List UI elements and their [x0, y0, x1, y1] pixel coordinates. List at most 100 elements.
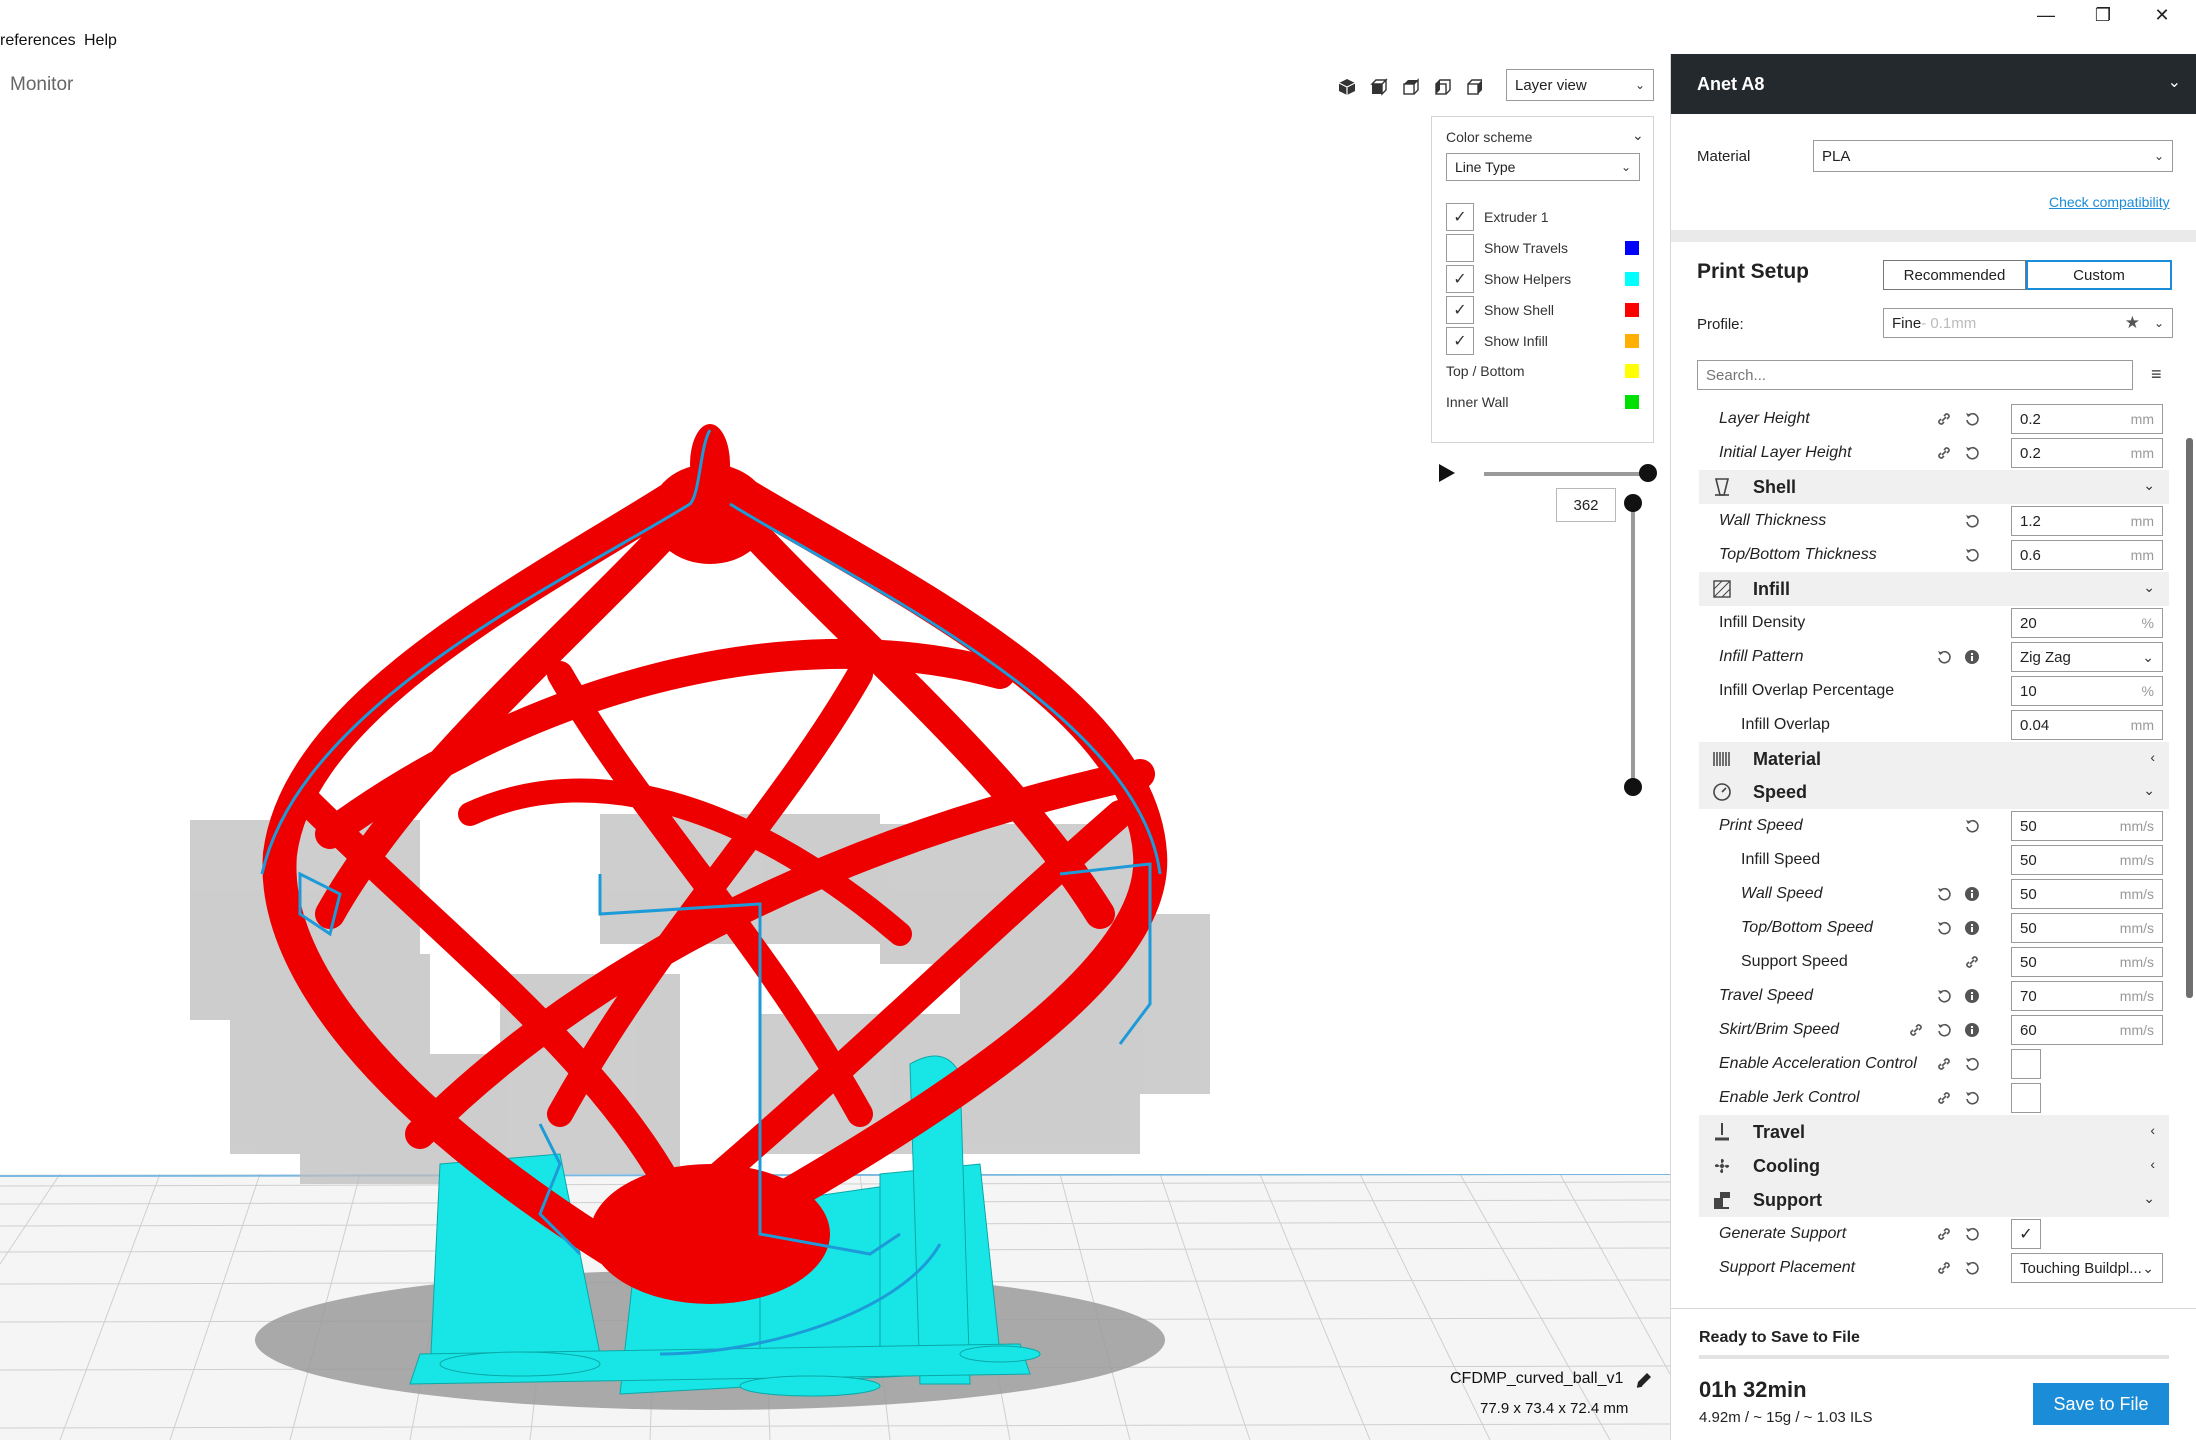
show-shell-checkbox[interactable]: ✓	[1446, 296, 1474, 324]
reset-icon[interactable]	[1963, 546, 1981, 564]
link-icon[interactable]	[1963, 953, 1981, 971]
setting-checkbox[interactable]	[2011, 1083, 2041, 1113]
category-material[interactable]: Material ‹	[1699, 742, 2169, 776]
setting-input[interactable]: 0.2 mm	[2011, 404, 2163, 434]
chevron-down-icon[interactable]: ⌄	[1632, 127, 1644, 144]
category-infill[interactable]: Infill ⌄	[1699, 572, 2169, 606]
viewport-3d[interactable]: Monitor Layer view ⌄ Color scheme ⌄ Line…	[0, 54, 1670, 1440]
reset-icon[interactable]	[1963, 1225, 1981, 1243]
category-cooling[interactable]: Cooling ‹	[1699, 1149, 2169, 1183]
category-label: Material	[1753, 749, 1822, 769]
reset-icon[interactable]	[1963, 1259, 1981, 1277]
category-support[interactable]: Support ⌄	[1699, 1183, 2169, 1217]
layer-slider-top-handle[interactable]	[1624, 494, 1642, 512]
setting-input[interactable]: 50 mm/s	[2011, 879, 2163, 909]
reset-icon[interactable]	[1963, 444, 1981, 462]
settings-list[interactable]: Layer Height 0.2 mm Initial Layer Height 0.2…	[1699, 402, 2169, 1308]
profile-select[interactable]: Fine - 0.1mm ★ ⌄	[1883, 308, 2173, 338]
reset-icon[interactable]	[1935, 987, 1953, 1005]
layer-path-slider-track[interactable]	[1484, 472, 1650, 476]
layer-slider-bottom-handle[interactable]	[1624, 778, 1642, 796]
category-travel[interactable]: Travel ‹	[1699, 1115, 2169, 1149]
material-select[interactable]: PLA ⌄	[1813, 140, 2173, 172]
setting-input[interactable]: 0.04 mm	[2011, 710, 2163, 740]
setting-select[interactable]: Zig Zag ⌄	[2011, 642, 2163, 672]
view-left-icon[interactable]	[1430, 74, 1456, 100]
info-icon[interactable]	[1963, 885, 1981, 903]
reset-icon[interactable]	[1935, 885, 1953, 903]
machine-selector[interactable]: Anet A8 ⌄	[1671, 54, 2196, 114]
link-icon[interactable]	[1907, 1021, 1925, 1039]
link-icon[interactable]	[1935, 1055, 1953, 1073]
link-icon[interactable]	[1935, 1225, 1953, 1243]
setting-support-placement: Support Placement Touching Buildpl... ⌄	[1699, 1251, 2169, 1285]
reset-icon[interactable]	[1963, 817, 1981, 835]
setting-input[interactable]: 50 mm/s	[2011, 947, 2163, 977]
setting-unit: mm	[2130, 547, 2154, 563]
category-shell[interactable]: Shell ⌄	[1699, 470, 2169, 504]
link-icon[interactable]	[1935, 1259, 1953, 1277]
minimize-button[interactable]: —	[2018, 0, 2074, 30]
reset-icon[interactable]	[1935, 1021, 1953, 1039]
view-right-icon[interactable]	[1462, 74, 1488, 100]
play-icon[interactable]	[1435, 462, 1457, 484]
reset-icon[interactable]	[1935, 648, 1953, 666]
tab-monitor[interactable]: Monitor	[10, 74, 73, 96]
setting-input[interactable]: 0.6 mm	[2011, 540, 2163, 570]
extruder-1-checkbox[interactable]: ✓	[1446, 203, 1474, 231]
setting-input[interactable]: 50 mm/s	[2011, 913, 2163, 943]
setting-input[interactable]: 10%	[2011, 676, 2163, 706]
info-icon[interactable]	[1963, 648, 1981, 666]
settings-search-input[interactable]	[1697, 360, 2133, 390]
recommended-mode-button[interactable]: Recommended	[1883, 260, 2026, 290]
view-front-icon[interactable]	[1366, 74, 1392, 100]
reset-icon[interactable]	[1963, 1089, 1981, 1107]
setting-input[interactable]: 0.2 mm	[2011, 438, 2163, 468]
chevron-down-icon: ⌄	[2143, 477, 2155, 493]
reset-icon[interactable]	[1963, 1055, 1981, 1073]
link-icon[interactable]	[1935, 1089, 1953, 1107]
info-icon[interactable]	[1963, 1021, 1981, 1039]
reset-icon[interactable]	[1963, 410, 1981, 428]
reset-icon[interactable]	[1963, 512, 1981, 530]
check-compatibility-link[interactable]: Check compatibility	[2049, 194, 2170, 210]
view-3d-icon[interactable]	[1334, 74, 1360, 100]
view-mode-select[interactable]: Layer view ⌄	[1506, 69, 1654, 101]
setting-input[interactable]: 60 mm/s	[2011, 1015, 2163, 1045]
print-time: 01h 32min	[1699, 1377, 1807, 1402]
setting-input[interactable]: 50 mm/s	[2011, 811, 2163, 841]
view-top-icon[interactable]	[1398, 74, 1424, 100]
setting-value: 10	[2020, 682, 2037, 700]
layer-slider-track[interactable]	[1631, 504, 1635, 790]
custom-mode-button[interactable]: Custom	[2026, 260, 2172, 290]
menu-help[interactable]: Help	[84, 32, 117, 50]
setting-select[interactable]: Touching Buildpl... ⌄	[2011, 1253, 2163, 1283]
setting-input[interactable]: 1.2 mm	[2011, 506, 2163, 536]
pencil-icon[interactable]	[1634, 1370, 1654, 1390]
show-helpers-checkbox[interactable]: ✓	[1446, 265, 1474, 293]
setting-label: Travel Speed	[1719, 987, 1813, 1004]
setting-input[interactable]: 20%	[2011, 608, 2163, 638]
reset-icon[interactable]	[1935, 919, 1953, 937]
current-layer-field[interactable]: 362	[1556, 488, 1616, 522]
info-icon[interactable]	[1963, 987, 1981, 1005]
close-button[interactable]: ✕	[2134, 0, 2190, 30]
setting-checkbox[interactable]: ✓	[2011, 1219, 2041, 1249]
show-infill-checkbox[interactable]: ✓	[1446, 327, 1474, 355]
maximize-button[interactable]: ❐	[2075, 0, 2131, 30]
setting-checkbox[interactable]	[2011, 1049, 2041, 1079]
link-icon[interactable]	[1935, 410, 1953, 428]
setting-input[interactable]: 50 mm/s	[2011, 845, 2163, 875]
category-speed[interactable]: Speed ⌄	[1699, 775, 2169, 809]
star-icon[interactable]: ★	[2125, 313, 2140, 333]
layer-path-slider-handle[interactable]	[1639, 464, 1657, 482]
settings-menu-icon[interactable]: ≡	[2151, 364, 2162, 385]
settings-scrollbar[interactable]	[2186, 438, 2193, 998]
show-travels-checkbox[interactable]	[1446, 234, 1474, 262]
setting-input[interactable]: 70 mm/s	[2011, 981, 2163, 1011]
save-to-file-button[interactable]: Save to File	[2033, 1383, 2169, 1425]
color-scheme-select[interactable]: Line Type ⌄	[1446, 153, 1640, 181]
info-icon[interactable]	[1963, 919, 1981, 937]
menu-preferences[interactable]: references	[0, 32, 76, 50]
link-icon[interactable]	[1935, 444, 1953, 462]
